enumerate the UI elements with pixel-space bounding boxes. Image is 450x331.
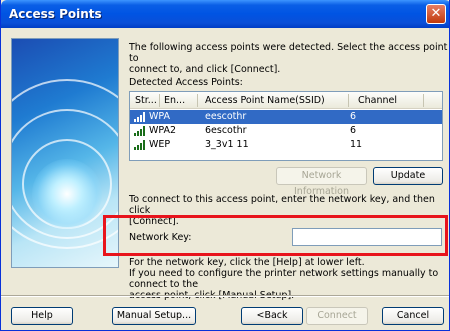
intro-text: The following access points were detecte… [129, 42, 449, 75]
instruction-line: To connect to this access point, enter t… [129, 194, 435, 216]
signal-strength-icon [134, 112, 145, 122]
network-key-label: Network Key: [129, 232, 192, 243]
encryption-cell: WPA2 [149, 125, 177, 136]
channel-cell: 6 [350, 111, 357, 122]
access-points-dialog: Access Points ✕ The following access poi… [0, 0, 450, 331]
channel-cell: 6 [350, 125, 357, 136]
ssid-cell: eescothr [205, 111, 247, 122]
back-button[interactable]: <Back [241, 307, 303, 325]
header-ssid[interactable]: Access Point Name(SSID) [205, 95, 325, 106]
update-button[interactable]: Update [373, 167, 443, 185]
close-button[interactable]: ✕ [426, 4, 446, 24]
help-line: If you need to configure the printer net… [129, 268, 439, 290]
list-header: Str... En... Access Point Name(SSID) Cha… [130, 92, 442, 109]
encryption-cell: WPA [149, 111, 171, 122]
access-point-list[interactable]: Str... En... Access Point Name(SSID) Cha… [129, 91, 443, 161]
encryption-cell: WEP [149, 139, 171, 150]
help-button[interactable]: Help [11, 307, 73, 325]
cancel-button[interactable]: Cancel [382, 307, 444, 325]
footer-divider [1, 295, 449, 297]
connect-button[interactable]: Connect [306, 307, 368, 325]
ssid-cell: 3_3v1 11 [205, 139, 249, 150]
help-line: For the network key, click the [Help] at… [129, 257, 365, 268]
signal-strength-icon [134, 126, 145, 136]
header-encryption[interactable]: En... [164, 95, 185, 106]
access-point-row[interactable]: WPA2 6escothr 6 [130, 124, 442, 138]
title-bar: Access Points ✕ [1, 0, 449, 28]
network-information-button[interactable]: Network Information [276, 167, 367, 197]
access-point-row[interactable]: WEP 3_3v1 11 11 [130, 138, 442, 152]
access-point-row[interactable]: WPA eescothr 6 [130, 110, 442, 124]
intro-line: The following access points were detecte… [129, 42, 448, 64]
detected-label: Detected Access Points: [129, 77, 243, 88]
network-key-input[interactable] [292, 228, 442, 246]
signal-strength-icon [134, 140, 145, 150]
close-icon: ✕ [430, 6, 442, 21]
intro-line: connect to, and click [Connect]. [129, 64, 281, 75]
window-title: Access Points [9, 7, 102, 21]
manual-setup-button[interactable]: Manual Setup... [112, 307, 196, 325]
header-strength[interactable]: Str... [135, 95, 157, 106]
header-channel[interactable]: Channel [358, 95, 397, 106]
ssid-cell: 6escothr [205, 125, 247, 136]
channel-cell: 11 [350, 139, 363, 150]
